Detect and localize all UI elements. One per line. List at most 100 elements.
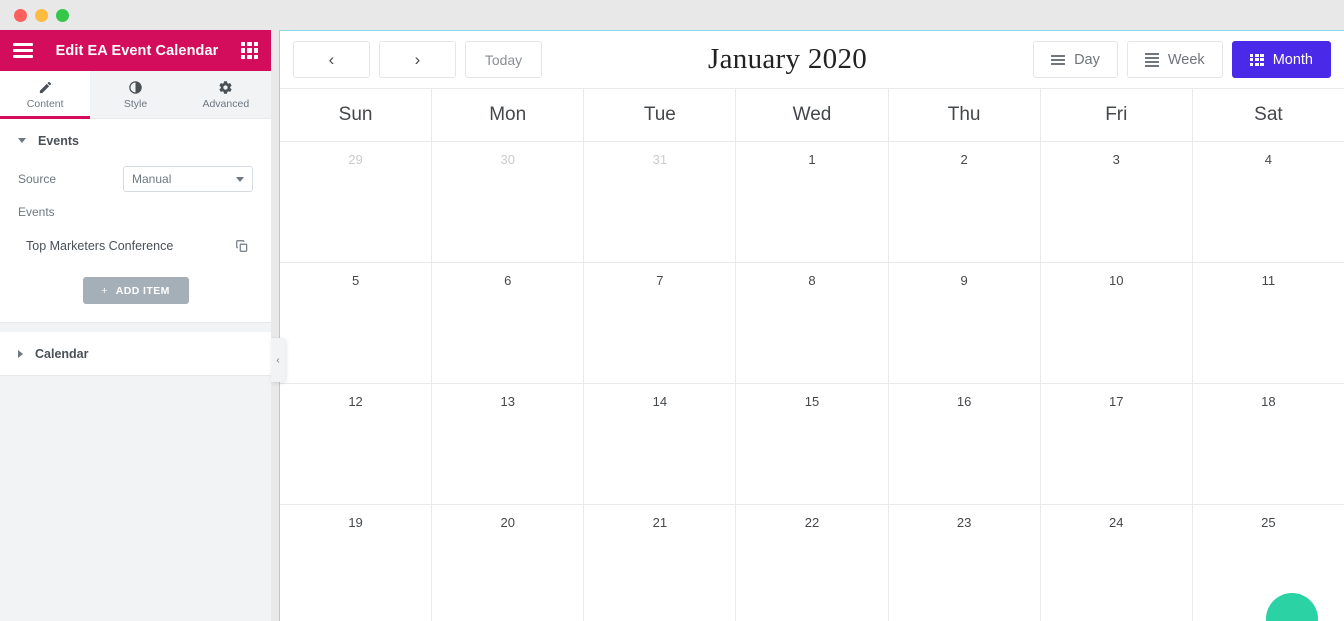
duplicate-icon[interactable] <box>235 239 249 253</box>
day-cell[interactable]: 30 <box>432 142 585 263</box>
calendar-toolbar: ‹ › Today January 2020 Day Week Month <box>280 31 1344 88</box>
tab-advanced-label: Advanced <box>202 97 250 110</box>
weekday-wed: Wed <box>736 89 889 142</box>
calendar-weekday-header: Sun Mon Tue Wed Thu Fri Sat <box>280 89 1344 142</box>
day-cell[interactable]: 13 <box>432 384 585 505</box>
window-maximize-button[interactable] <box>56 8 69 22</box>
calendar-title: January 2020 <box>708 43 868 75</box>
view-month-label: Month <box>1272 51 1313 68</box>
day-cell[interactable]: 24 <box>1041 505 1193 621</box>
calendar-week-row: 12 13 14 15 16 17 18 <box>280 384 1344 505</box>
day-cell[interactable]: 14 <box>584 384 737 505</box>
day-cell[interactable]: 31 <box>584 142 737 263</box>
day-cell[interactable]: 9 <box>888 263 1041 384</box>
list-dots-icon <box>1144 52 1159 67</box>
section-events-body: Source Manual Events Top Marketers Confe… <box>0 162 271 322</box>
weekday-thu: Thu <box>888 89 1041 142</box>
section-divider <box>0 323 271 332</box>
section-events-header[interactable]: Events <box>0 119 271 162</box>
tab-content-label: Content <box>26 97 64 110</box>
day-cell[interactable]: 21 <box>584 505 737 621</box>
source-select[interactable]: Manual <box>123 166 253 192</box>
day-cell[interactable]: 2 <box>888 142 1041 263</box>
add-item-button[interactable]: + ADD ITEM <box>82 277 189 304</box>
day-cell[interactable]: 20 <box>432 505 585 621</box>
section-events: Events Source Manual Events Top Marketer… <box>0 119 271 323</box>
calendar-week-row: 19 20 21 22 23 24 25 <box>280 505 1344 621</box>
view-day-button[interactable]: Day <box>1033 41 1118 78</box>
app-window: Edit EA Event Calendar Content Style Adv… <box>0 0 1344 621</box>
day-cell[interactable]: 19 <box>280 505 433 621</box>
calendar-nav-group: ‹ › Today <box>293 41 542 78</box>
prev-month-button[interactable]: ‹ <box>293 41 370 78</box>
chevron-down-icon <box>18 138 26 143</box>
day-cell[interactable]: 15 <box>736 384 889 505</box>
day-cell[interactable]: 18 <box>1192 384 1344 505</box>
list-lines-icon <box>1051 54 1066 65</box>
day-cell[interactable]: 17 <box>1040 384 1193 505</box>
day-cell[interactable]: 7 <box>584 263 737 384</box>
plus-icon: + <box>101 284 108 297</box>
view-week-button[interactable]: Week <box>1126 41 1223 78</box>
chevron-down-icon <box>236 176 244 182</box>
tab-style[interactable]: Style <box>90 71 181 118</box>
panel-title: Edit EA Event Calendar <box>55 42 219 59</box>
chevron-right-icon <box>18 349 23 358</box>
day-cell[interactable]: 23 <box>889 505 1041 621</box>
day-cell[interactable]: 11 <box>1192 263 1344 384</box>
source-control-row: Source Manual <box>18 166 253 192</box>
view-day-label: Day <box>1074 51 1100 68</box>
weekday-sun: Sun <box>280 89 433 142</box>
tab-advanced[interactable]: Advanced <box>180 71 271 118</box>
weekday-mon: Mon <box>432 89 585 142</box>
section-calendar: Calendar <box>0 332 271 376</box>
section-calendar-header[interactable]: Calendar <box>0 332 271 375</box>
grid-icon <box>1249 53 1264 66</box>
add-item-label: ADD ITEM <box>115 284 170 297</box>
day-cell[interactable]: 12 <box>280 384 433 505</box>
weekday-sat: Sat <box>1192 89 1344 142</box>
day-cell[interactable]: 6 <box>432 263 585 384</box>
window-minimize-button[interactable] <box>35 8 48 22</box>
hamburger-icon[interactable] <box>13 43 33 58</box>
window-close-button[interactable] <box>14 8 27 22</box>
day-cell[interactable]: 1 <box>736 142 889 263</box>
section-calendar-title: Calendar <box>35 346 89 361</box>
calendar-week-row: 5 6 7 8 9 10 11 <box>280 263 1344 384</box>
gear-icon <box>218 80 233 95</box>
repeater-item-event[interactable]: Top Marketers Conference <box>18 233 253 259</box>
tab-content[interactable]: Content <box>0 71 91 119</box>
weekday-fri: Fri <box>1040 89 1193 142</box>
day-cell[interactable]: 29 <box>280 142 433 263</box>
next-month-button[interactable]: › <box>379 41 456 78</box>
window-titlebar <box>0 0 1344 30</box>
tab-style-label: Style <box>123 97 148 110</box>
day-cell[interactable]: 8 <box>736 263 889 384</box>
event-item-name: Top Marketers Conference <box>26 239 174 253</box>
preview-frame: ‹ › Today January 2020 Day Week Month Su… <box>279 30 1344 621</box>
day-cell[interactable]: 5 <box>280 263 433 384</box>
events-field-label: Events <box>18 205 55 219</box>
today-button[interactable]: Today <box>465 41 542 78</box>
view-week-label: Week <box>1167 51 1205 68</box>
calendar-week-row: 29 30 31 1 2 3 4 <box>280 142 1344 263</box>
apps-grid-icon[interactable] <box>241 42 258 59</box>
view-month-button[interactable]: Month <box>1231 41 1331 78</box>
source-label: Source <box>18 172 57 186</box>
panel-header: Edit EA Event Calendar <box>0 30 271 71</box>
panel-tabs: Content Style Advanced <box>0 71 271 119</box>
calendar-view-group: Day Week Month <box>1033 41 1331 78</box>
source-select-value: Manual <box>132 172 172 186</box>
weekday-tue: Tue <box>584 89 737 142</box>
day-cell[interactable]: 16 <box>888 384 1041 505</box>
day-cell[interactable]: 25 <box>1193 505 1344 621</box>
pencil-icon <box>38 80 53 95</box>
day-cell[interactable]: 22 <box>736 505 889 621</box>
day-cell[interactable]: 4 <box>1192 142 1344 263</box>
panel-collapse-handle[interactable]: ‹ <box>271 338 285 382</box>
section-events-title: Events <box>38 133 79 148</box>
day-cell[interactable]: 3 <box>1040 142 1193 263</box>
chevron-left-icon: ‹ <box>276 354 280 366</box>
day-cell[interactable]: 10 <box>1040 263 1193 384</box>
contrast-half-circle-icon <box>128 80 143 95</box>
